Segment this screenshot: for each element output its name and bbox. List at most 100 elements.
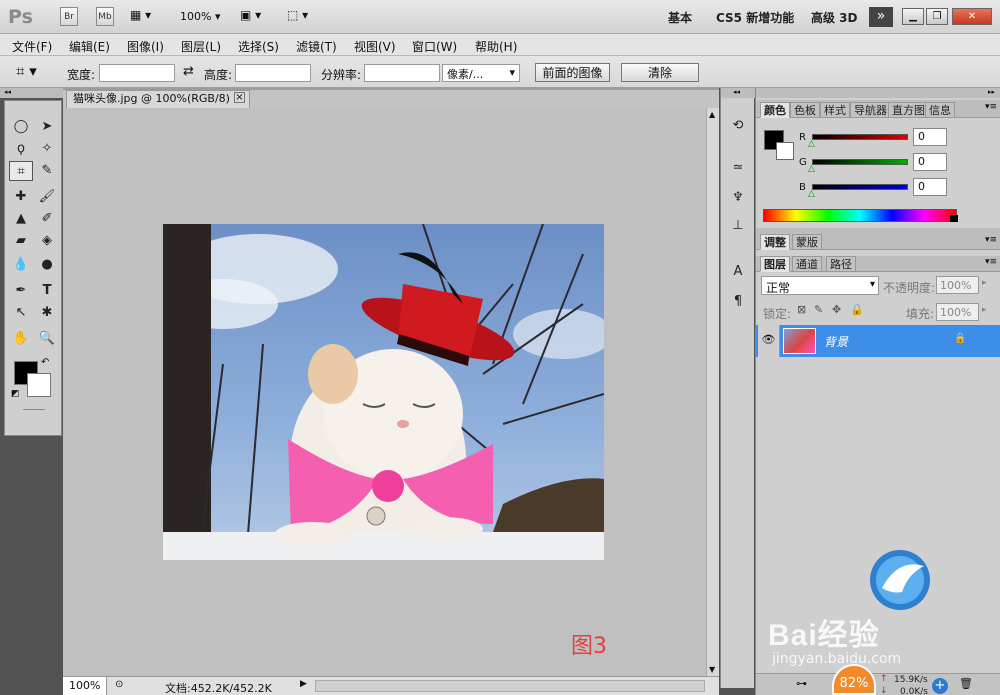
healing-brush-tool-icon[interactable]: ✚ xyxy=(9,187,33,207)
menu-file[interactable]: 文件(F) xyxy=(12,38,52,55)
background-color-swatch[interactable] xyxy=(776,142,794,160)
type-tool-icon[interactable]: T xyxy=(35,281,59,301)
lock-all-icon[interactable]: 🔒 xyxy=(850,303,864,316)
front-image-button[interactable]: 前面的图像 xyxy=(535,63,610,82)
link-layers-icon[interactable]: ⊶ xyxy=(796,677,807,690)
clone-stamp-tool-icon[interactable]: ▲ xyxy=(9,209,33,229)
magic-wand-tool-icon[interactable]: ✧ xyxy=(35,139,59,159)
history-brush-tool-icon[interactable]: ✐ xyxy=(35,209,59,229)
opacity-dropdown-icon[interactable]: ▸ xyxy=(982,278,987,288)
clone-source-icon[interactable]: ⊥ xyxy=(727,218,749,233)
menu-filter[interactable]: 滤镜(T) xyxy=(296,38,337,55)
blue-slider[interactable] xyxy=(812,184,908,190)
width-field[interactable] xyxy=(99,64,175,82)
background-color-swatch[interactable] xyxy=(27,373,51,397)
document-tab[interactable]: 猫咪头像.jpg @ 100%(RGB/8) × xyxy=(66,90,250,108)
blur-tool-icon[interactable]: 💧 xyxy=(9,255,33,275)
tab-swatches[interactable]: 色板 xyxy=(790,102,820,118)
tab-styles[interactable]: 样式 xyxy=(820,102,850,118)
crop-tool-preset-button[interactable]: ⌗ ▾ xyxy=(16,62,37,80)
brush-presets-icon[interactable]: ≃ xyxy=(727,160,749,175)
blue-slider-handle[interactable]: △ xyxy=(808,189,815,199)
move-tool-icon[interactable]: ➤ xyxy=(35,117,59,137)
lock-position-icon[interactable]: ✥ xyxy=(832,303,841,316)
ramp-black-swatch[interactable] xyxy=(950,215,958,222)
tab-info[interactable]: 信息 xyxy=(925,102,955,118)
resolution-unit-select[interactable]: 像素/... ▾ xyxy=(442,64,520,82)
eraser-tool-icon[interactable]: ▰ xyxy=(9,231,33,251)
tab-channels[interactable]: 通道 xyxy=(792,256,822,272)
menu-edit[interactable]: 编辑(E) xyxy=(69,38,110,55)
blend-mode-select[interactable]: 正常 ▾ xyxy=(761,276,879,295)
marquee-tool-icon[interactable]: ◯ xyxy=(9,117,33,137)
paragraph-panel-icon[interactable]: ¶ xyxy=(727,294,749,309)
opacity-field[interactable]: 100% xyxy=(936,276,979,294)
crop-tool-icon[interactable]: ⌗ xyxy=(9,161,33,181)
status-zoom-field[interactable]: 100% xyxy=(63,677,107,695)
view-extras-button[interactable]: ▦ ▾ xyxy=(130,8,162,25)
fill-field[interactable]: 100% xyxy=(936,303,979,321)
character-panel-icon[interactable]: A xyxy=(727,264,749,279)
arrange-documents-button[interactable]: ▣ ▾ xyxy=(240,8,261,22)
paint-bucket-tool-icon[interactable]: ◈ xyxy=(35,231,59,251)
history-panel-icon[interactable]: ⟲ xyxy=(727,118,749,133)
layer-name[interactable]: 背景 xyxy=(824,333,848,350)
custom-shape-tool-icon[interactable]: ✱ xyxy=(35,303,59,323)
panel-menu-icon[interactable]: ▾≡ xyxy=(985,257,997,267)
workspace-cs5-new-features[interactable]: CS5 新增功能 xyxy=(716,9,794,26)
minimize-icon[interactable]: ▁ xyxy=(902,8,924,25)
height-field[interactable] xyxy=(235,64,311,82)
workspace-essentials[interactable]: 基本 xyxy=(668,9,692,26)
toolbox-header[interactable]: ◂◂ xyxy=(0,88,63,98)
red-value-field[interactable]: 0 xyxy=(913,128,947,146)
red-slider-handle[interactable]: △ xyxy=(808,139,815,149)
restore-icon[interactable]: ❐ xyxy=(926,8,948,25)
brush-tool-icon[interactable]: 🖌 xyxy=(35,187,59,207)
tab-paths[interactable]: 路径 xyxy=(826,256,856,272)
green-value-field[interactable]: 0 xyxy=(913,153,947,171)
menu-view[interactable]: 视图(V) xyxy=(354,38,396,55)
status-info-icon[interactable]: ⊙ xyxy=(115,679,123,690)
default-colors-icon[interactable]: ◩ xyxy=(11,389,20,399)
eyedropper-tool-icon[interactable]: ✎ xyxy=(35,161,59,181)
more-workspaces-button[interactable]: » xyxy=(869,7,893,27)
layer-visibility-eye-icon[interactable]: 👁 xyxy=(758,325,780,357)
clear-button[interactable]: 清除 xyxy=(621,63,699,82)
document-image[interactable] xyxy=(163,224,604,560)
layer-row-background[interactable]: 👁 背景 🔒 xyxy=(756,325,1000,357)
tab-navigator[interactable]: 导航器 xyxy=(850,102,891,118)
resolution-field[interactable] xyxy=(364,64,440,82)
add-icon[interactable]: + xyxy=(932,678,948,694)
lock-image-icon[interactable]: ✎ xyxy=(814,303,823,316)
menu-help[interactable]: 帮助(H) xyxy=(475,38,517,55)
menu-image[interactable]: 图像(I) xyxy=(127,38,164,55)
screen-mode-button[interactable]: ⬚ ▾ xyxy=(287,8,308,22)
zoom-level-dropdown[interactable]: 100% ▾ xyxy=(180,10,220,23)
menu-select[interactable]: 选择(S) xyxy=(238,38,279,55)
delete-layer-icon[interactable]: 🗑 xyxy=(959,677,973,690)
zoom-tool-icon[interactable]: 🔍 xyxy=(35,329,59,349)
tab-color[interactable]: 颜色 xyxy=(760,102,790,118)
pen-tool-icon[interactable]: ✒ xyxy=(9,281,33,301)
blue-value-field[interactable]: 0 xyxy=(913,178,947,196)
green-slider-handle[interactable]: △ xyxy=(808,164,815,174)
tab-histogram[interactable]: 直方图 xyxy=(888,102,929,118)
workspace-advanced-3d[interactable]: 高级 3D xyxy=(811,9,858,26)
close-icon[interactable]: ✕ xyxy=(952,8,992,25)
brush-panel-icon[interactable]: ♆ xyxy=(727,190,749,205)
path-selection-tool-icon[interactable]: ↖ xyxy=(9,303,33,323)
tab-adjustments[interactable]: 调整 xyxy=(760,234,790,250)
vertical-scrollbar[interactable]: ▲ ▼ xyxy=(706,108,719,676)
scroll-down-icon[interactable]: ▼ xyxy=(709,665,715,674)
menu-layer[interactable]: 图层(L) xyxy=(181,38,221,55)
tab-masks[interactable]: 蒙版 xyxy=(792,234,822,250)
status-menu-icon[interactable]: ▶ xyxy=(300,679,307,689)
dodge-tool-icon[interactable]: ● xyxy=(35,255,59,275)
red-slider[interactable] xyxy=(812,134,908,140)
horizontal-scrollbar[interactable] xyxy=(315,680,705,692)
swap-colors-icon[interactable]: ↶ xyxy=(41,357,49,368)
menu-window[interactable]: 窗口(W) xyxy=(412,38,457,55)
mini-bridge-button[interactable]: Mb xyxy=(96,7,114,26)
panel-menu-icon[interactable]: ▾≡ xyxy=(985,102,997,112)
swap-dimensions-icon[interactable]: ⇄ xyxy=(183,64,194,79)
